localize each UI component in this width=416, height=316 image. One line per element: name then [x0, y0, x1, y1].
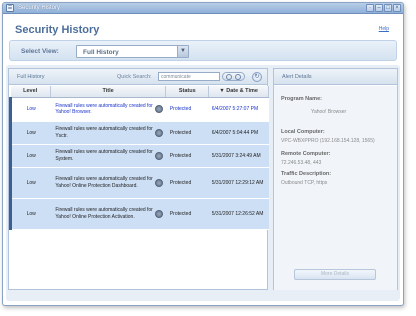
row-status: Protected — [165, 167, 209, 199]
column-header-title[interactable]: Title — [50, 86, 167, 98]
search-buttons[interactable] — [222, 72, 245, 81]
local-computer-value: VPC-WBXPPRO (192.168.154.128, 1565) — [281, 138, 375, 144]
help-link[interactable]: Help — [379, 26, 389, 32]
table-row[interactable]: Low Firewall rules were automatically cr… — [9, 97, 269, 122]
details-icon[interactable] — [154, 178, 163, 187]
close-button[interactable]: × — [393, 4, 401, 12]
row-date: 5/31/2007 3:24:49 AM — [208, 144, 269, 168]
column-header-date[interactable]: ▼ Date & Time — [208, 86, 269, 98]
row-title: Firewall rules were automatically create… — [55, 126, 153, 139]
row-status: Protected — [165, 121, 209, 145]
local-computer-label: Local Computer: — [281, 129, 325, 135]
row-level: Low — [9, 198, 51, 230]
minimize-button[interactable]: – — [375, 4, 383, 12]
row-level: Low — [9, 167, 51, 199]
history-panel: Full History Quick Search: ↻ Level Title… — [8, 68, 269, 290]
select-view-dropdown[interactable]: Full History ▼ — [76, 45, 189, 58]
row-level: Low — [9, 121, 51, 145]
maximize-button[interactable]: □ — [384, 4, 392, 12]
quick-search-label: Quick Search: — [117, 74, 152, 80]
row-date: 5/31/2007 12:26:52 AM — [208, 198, 269, 230]
details-icon[interactable] — [154, 209, 163, 218]
row-title: Firewall rules were automatically create… — [55, 102, 153, 116]
more-details-button[interactable]: More Details — [294, 269, 376, 280]
alert-details-panel: Alert Details Program Name: Yahoo! Brows… — [273, 68, 398, 290]
select-view-label: Select View: — [21, 48, 59, 55]
alert-details-title: Alert Details — [282, 74, 312, 80]
column-header-status[interactable]: Status — [165, 86, 210, 98]
search-icon[interactable] — [226, 74, 232, 80]
select-view-bar: Select View: Full History ▼ — [9, 40, 397, 61]
row-status: Protected — [165, 97, 209, 122]
traffic-description-value: Outbound TCP, https — [281, 180, 328, 186]
details-icon[interactable] — [154, 105, 163, 113]
program-name-value: Yahoo! Browser — [311, 109, 347, 115]
table-row[interactable]: Low Firewall rules were automatically cr… — [9, 121, 269, 145]
history-table: Level Title Status ▼ Date & Time Low Fir… — [9, 86, 269, 230]
remote-computer-label: Remote Computer: — [281, 151, 331, 157]
table-row[interactable]: Low Firewall rules were automatically cr… — [9, 167, 269, 199]
row-status: Protected — [165, 198, 209, 230]
row-date: 6/4/2007 5:04:44 PM — [208, 121, 269, 145]
row-status: Protected — [165, 144, 209, 168]
row-level: Low — [9, 97, 51, 122]
chevron-down-icon[interactable]: ▼ — [177, 46, 188, 57]
details-icon[interactable] — [154, 128, 163, 137]
traffic-description-label: Traffic Description: — [281, 171, 332, 177]
title-bar[interactable]: ☰ Security History · – □ × — [3, 3, 403, 14]
column-header-level[interactable]: Level — [10, 86, 51, 98]
app-icon[interactable]: ☰ — [6, 4, 14, 12]
table-row[interactable]: Low Firewall rules were automatically cr… — [9, 198, 269, 230]
row-date: 5/31/2007 12:29:12 AM — [208, 167, 269, 199]
history-panel-title: Full History — [17, 74, 45, 80]
alert-details-body: Program Name: Yahoo! Browser Local Compu… — [274, 86, 397, 290]
clear-search-icon[interactable] — [235, 74, 241, 80]
program-name-label: Program Name: — [281, 96, 322, 102]
page-title: Security History — [15, 24, 100, 36]
row-title: Firewall rules were automatically create… — [55, 149, 153, 162]
table-row[interactable]: Low Firewall rules were automatically cr… — [9, 144, 269, 168]
select-view-value: Full History — [83, 49, 119, 56]
row-title: Firewall rules were automatically create… — [55, 176, 153, 189]
row-level: Low — [9, 144, 51, 168]
remote-computer-value: 72.246.53.48, 443 — [281, 160, 322, 166]
row-date: 6/4/2007 5:27:07 PM — [208, 97, 269, 122]
row-title: Firewall rules were automatically create… — [55, 207, 153, 220]
alert-details-header: Alert Details — [274, 69, 397, 85]
window-title: Security History — [18, 5, 61, 11]
history-panel-header: Full History Quick Search: ↻ — [9, 69, 267, 85]
details-icon[interactable] — [154, 151, 163, 160]
quick-search-input[interactable] — [158, 72, 220, 81]
refresh-icon[interactable]: ↻ — [252, 72, 262, 82]
header: Security History Help — [3, 14, 403, 43]
pin-icon[interactable]: · — [366, 4, 374, 12]
